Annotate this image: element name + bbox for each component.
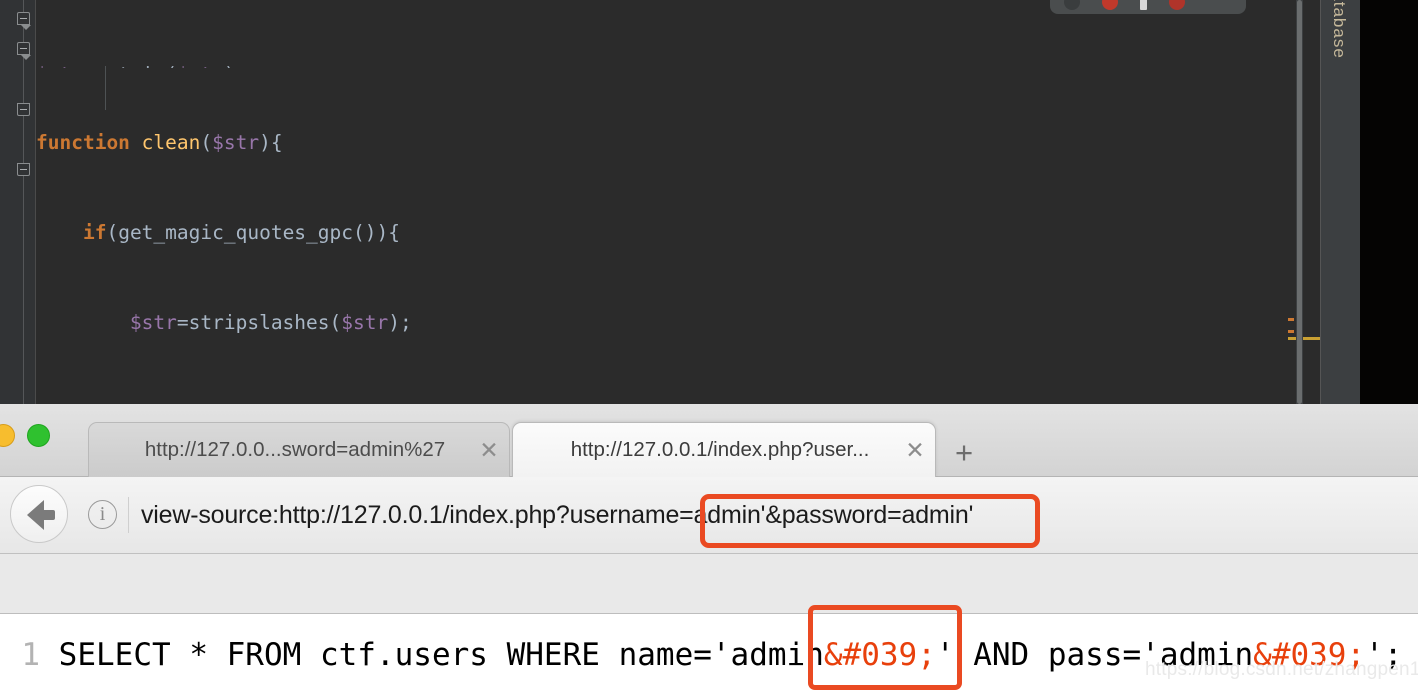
- close-icon[interactable]: ✕: [901, 438, 935, 462]
- zoom-button[interactable]: [27, 424, 50, 447]
- bookmark-strip: [0, 554, 1418, 614]
- inspection-info-icon[interactable]: [1140, 0, 1147, 10]
- code-line-stripslashes: $str=stripslashes($str);: [129, 311, 412, 334]
- fold-marker-if[interactable]: [17, 42, 31, 60]
- fold-marker-function-end[interactable]: [17, 163, 30, 176]
- browser-navbar: i view-source:http://127.0.0.1/index.php…: [0, 477, 1418, 554]
- ide-editor-body[interactable]: $str = trim($str); function clean($str){…: [0, 0, 1327, 404]
- url-separator: [128, 497, 129, 533]
- sql-seg-1: SELECT * FROM ctf.users WHERE name='admi…: [58, 637, 824, 673]
- address-bar-input[interactable]: view-source:http://127.0.0.1/index.php?u…: [141, 493, 1401, 537]
- warning-underline: [1288, 337, 1324, 340]
- browser-tab-1[interactable]: http://127.0.0...sword=admin%27 ✕: [88, 422, 510, 477]
- inspection-grey-icon[interactable]: [1064, 0, 1080, 10]
- error-marker[interactable]: [1288, 318, 1294, 321]
- watermark: https://blog.csdn.net/zhangpen130: [1145, 659, 1418, 680]
- browser-window: http://127.0.0...sword=admin%27 ✕ http:/…: [0, 404, 1418, 690]
- tab-title: http://127.0.0.1/index.php?user...: [570, 438, 870, 461]
- line-number: 1: [21, 637, 40, 673]
- editor-scrollbar-thumb[interactable]: [1297, 0, 1302, 404]
- code-line-if-magic-quotes: if(get_magic_quotes_gpc()){: [82, 221, 400, 244]
- window-traffic-lights: [0, 424, 50, 447]
- minimize-button[interactable]: [0, 424, 15, 447]
- code-line-function-clean: function clean($str){: [36, 131, 283, 154]
- ide-right-toolbar[interactable]: Database: [1320, 0, 1360, 404]
- close-icon[interactable]: ✕: [475, 438, 509, 462]
- code-line-clipped: $str = trim($str);: [36, 60, 1327, 68]
- screenshot-root: $str = trim($str); function clean($str){…: [0, 0, 1418, 690]
- sql-entity-1: &#039;: [823, 637, 936, 673]
- tab-title: http://127.0.0...sword=admin%27: [144, 438, 446, 461]
- code-text[interactable]: $str = trim($str); function clean($str){…: [36, 0, 1327, 404]
- fold-rail: [23, 0, 24, 404]
- inspection-error2-icon[interactable]: [1169, 0, 1185, 10]
- new-tab-button[interactable]: +: [955, 437, 973, 468]
- indent-guide: [105, 66, 106, 110]
- back-button[interactable]: [10, 485, 68, 543]
- sidebar-tab-database[interactable]: Database: [1329, 0, 1349, 59]
- fold-marker-if-end[interactable]: [17, 103, 30, 116]
- fold-marker-function[interactable]: [17, 12, 31, 30]
- editor-gutter[interactable]: [0, 0, 36, 404]
- site-info-icon[interactable]: i: [88, 500, 117, 529]
- browser-tab-2[interactable]: http://127.0.0.1/index.php?user... ✕: [512, 422, 936, 477]
- desktop-background: [1360, 0, 1418, 404]
- inspection-widget[interactable]: [1050, 0, 1246, 14]
- error-marker[interactable]: [1288, 330, 1294, 333]
- browser-tabbar: http://127.0.0...sword=admin%27 ✕ http:/…: [0, 404, 1418, 477]
- ide-pane: $str = trim($str); function clean($str){…: [0, 0, 1418, 404]
- back-arrow-stem-icon: [41, 510, 55, 520]
- inspection-error-icon[interactable]: [1102, 0, 1118, 10]
